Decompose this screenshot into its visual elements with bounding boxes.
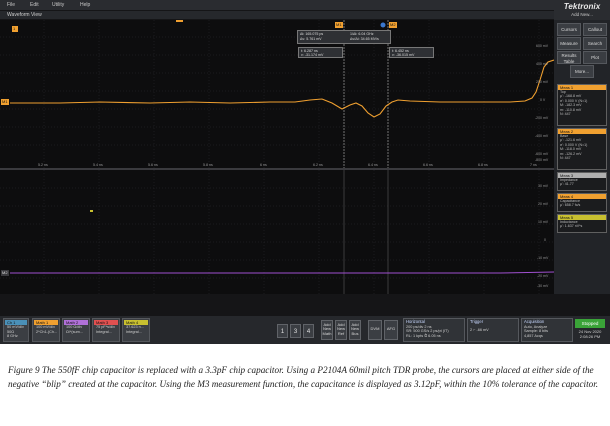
run-status-badge[interactable]: Stopped	[575, 319, 605, 328]
brand-area: Tektronix Add New...	[554, 0, 610, 20]
add-new-bus-button[interactable]: Add New Bus	[349, 320, 361, 340]
m1-ground-label: M1	[2, 99, 8, 104]
measure-button[interactable]: Measure	[557, 37, 581, 50]
meas-3-badge[interactable]: Meas 3 Impedance μ': 41.77	[557, 172, 607, 191]
channel-4-button[interactable]: 4	[303, 324, 314, 338]
m2-waveform-trace	[10, 271, 554, 274]
ch1-badge[interactable]: Ch 1 50 mV/div 50Ω 8 GHz	[3, 318, 29, 342]
bottom-settings-bar: Ch 1 50 mV/div 50Ω 8 GHz Math 1 100 mV/d…	[0, 316, 610, 344]
horizontal-settings[interactable]: Horizontal 200 ps/div 2 ns SR: 500 GS/s …	[403, 318, 465, 342]
time-label: 6.8 ns	[478, 163, 488, 167]
time-label: 6.6 ns	[423, 163, 433, 167]
afg-button[interactable]: AFG	[384, 320, 398, 340]
scale-label: 30 mV	[538, 184, 549, 188]
time-label: 6.4 ns	[368, 163, 378, 167]
channel-1-button[interactable]: 1	[277, 324, 288, 338]
scale-label: 600 mV	[536, 44, 549, 48]
cursor-b-readout: t: 6.452 ns v: -36.015 mV	[389, 47, 434, 58]
trigger-position-marker[interactable]	[176, 20, 183, 22]
m1-waveform-trace	[10, 59, 554, 118]
scale-label: -600 mV	[535, 152, 549, 156]
add-new-math-button[interactable]: Add New Math	[321, 320, 333, 340]
dvm-button[interactable]: DVM	[368, 320, 382, 340]
time-label: 6.2 ns	[313, 163, 323, 167]
add-new-ref-button[interactable]: Add New Ref	[335, 320, 347, 340]
callout-button[interactable]: Callout	[583, 23, 607, 36]
math4-badge[interactable]: Math 4 37.623 n... Integral...	[122, 318, 150, 342]
waveform-plot[interactable]: M1 M2 M1 M2 1 Δt: 165.075 ps 1/Δt: 6.04 …	[0, 20, 554, 294]
acquisition-settings[interactable]: Acquisition Auto, Analyze Sample: 8 bits…	[521, 318, 573, 342]
figure-caption: Figure 9 The 550fF chip capacitor is rep…	[8, 365, 599, 389]
time-label: 5.2 ns	[38, 163, 48, 167]
trigger-settings[interactable]: Trigger 2 ⌐ -66 mV	[467, 318, 519, 342]
oscilloscope-screen: File Edit Utility Help Tektronix Add New…	[0, 0, 610, 344]
time-label: 7 ns	[530, 163, 537, 167]
scale-label: -800 mV	[535, 158, 549, 162]
channel-3-button[interactable]: 3	[290, 324, 301, 338]
scale-label: -400 mV	[535, 134, 549, 138]
scale-label: 400 mV	[536, 62, 549, 66]
time-label: 5.8 ns	[203, 163, 213, 167]
cursor-source-marker[interactable]	[380, 22, 386, 28]
menu-help[interactable]: Help	[80, 2, 90, 8]
menu-utility[interactable]: Utility	[52, 2, 64, 8]
plot-button[interactable]: Plot	[583, 51, 607, 64]
cursors-button[interactable]: Cursors	[557, 23, 581, 36]
time-label: 5.6 ns	[148, 163, 158, 167]
meas-2-badge[interactable]: Meas 2 Base μ': -121.6 mV σ': 0.000 V (N…	[557, 128, 607, 170]
more-button[interactable]: More...	[570, 65, 594, 78]
scale-label: -10 mV	[537, 256, 549, 260]
tektronix-logo: Tektronix	[563, 2, 601, 11]
menu-file[interactable]: File	[7, 2, 15, 8]
scale-label: -30 mV	[537, 284, 549, 288]
m2-ground-label: M2	[2, 270, 8, 275]
scale-label: 10 mV	[538, 220, 549, 224]
add-new-label[interactable]: Add New...	[554, 12, 610, 17]
cursor-a-readout: t: 6.287 ns v: -31.174 mV	[298, 47, 343, 58]
scale-label: -20 mV	[537, 274, 549, 278]
scale-label: -200 mV	[535, 116, 549, 120]
results-table-button[interactable]: Results Table	[557, 51, 581, 64]
meas-1-badge[interactable]: Meas 1 Top μ': -168.8 mV σ': 0.000 V (N=…	[557, 84, 607, 126]
time-label: 6 ns	[260, 163, 267, 167]
math1-badge[interactable]: Math 1 100 mV/div 2*Ch1-(Ch...	[32, 318, 60, 342]
cursor-tag-b-label: M2	[390, 22, 396, 27]
menu-bar: File Edit Utility Help	[0, 0, 554, 10]
scale-label: 0	[544, 238, 546, 242]
search-button[interactable]: Search	[583, 37, 607, 50]
waveform-view-title: Waveform View	[0, 11, 554, 19]
meas-4-badge[interactable]: Meas 4 Capacitance μ': 658.7 fc/s	[557, 193, 607, 212]
waveform-badge-label: 1	[13, 26, 16, 31]
scale-label: 200 mV	[536, 80, 549, 84]
date-time-display: 24 Nov 2020 2:08:26 PM	[578, 329, 602, 339]
menu-edit[interactable]: Edit	[30, 2, 39, 8]
scale-label: 0 V	[540, 98, 546, 102]
math3-badge[interactable]: Math 3 75 pF*s/div Integral...	[92, 318, 120, 342]
scale-label: 20 mV	[538, 202, 549, 206]
cursor-tag-a-label: M1	[336, 22, 342, 27]
waveform-graticule	[0, 20, 554, 294]
cursor-delta-readout: Δt: 165.075 ps 1/Δt: 6.04 GHz Δv: 5.761 …	[297, 30, 391, 44]
time-label: 5.4 ns	[93, 163, 103, 167]
math2-badge[interactable]: Math 2 100 Ω/div Ω/*(sum...	[62, 318, 90, 342]
meas-5-badge[interactable]: Meas 5 Inductance μ': 1.637 nV*s	[557, 214, 607, 233]
